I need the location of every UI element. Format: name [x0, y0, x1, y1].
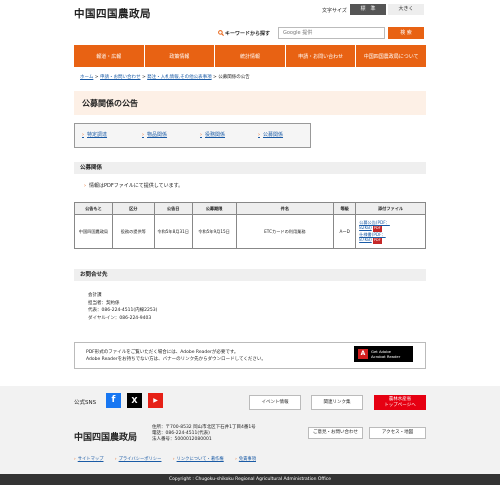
copyright: Copyright : Chugoku-shikoku Regional Agr…: [0, 474, 500, 485]
pdf-icon: PDF: [372, 238, 382, 244]
acrobat-icon: A: [358, 349, 368, 359]
table-cell: 令和5年9月15日: [191, 214, 237, 249]
site-logo[interactable]: 中国四国農政局: [74, 6, 151, 21]
address-line: 法人番号：5000012080001: [152, 437, 212, 442]
anchor-link-buppin[interactable]: › 物品関係: [142, 131, 167, 138]
arrow-icon: ›: [82, 132, 84, 138]
fontsize-label: 文字サイズ: [322, 8, 347, 14]
table-header: 添付ファイル: [355, 202, 426, 215]
fontsize-large-button[interactable]: 大きく: [388, 4, 424, 15]
anchor-link-label: 物品関係: [147, 132, 168, 138]
footer-link-sitemap[interactable]: サイトマップ: [78, 457, 104, 462]
maff-button-line: トップページへ: [384, 403, 416, 408]
table-header: 公募期限: [191, 202, 237, 215]
search-label-text: キーワードから探す: [225, 31, 271, 37]
anchor-link-koubo[interactable]: › 公募関係: [258, 131, 283, 138]
table-header-row: 公告もと 区分 公告日 公募期限 件名 等級 添付ファイル: [74, 202, 426, 215]
table-cell-files: 公募公告(PDF： 82KB) PDF 仕様書(PDF： 87KB) PDF: [355, 214, 426, 249]
section-heading-contact: お問合せ先: [74, 269, 426, 281]
page-title: 公募関係の公告: [82, 99, 138, 108]
maff-top-button[interactable]: 農林水産省 トップページへ: [374, 395, 426, 410]
adobe-reader-text: PDF形式のファイルをご覧いただく場合には、Adobe Readerが必要です。…: [86, 349, 266, 363]
x-icon[interactable]: X: [127, 393, 142, 408]
footer-links: › サイトマップ › プライバシーポリシー › リンクについて・著作権 › 免責事項: [74, 456, 266, 462]
arrow-icon: ›: [84, 183, 86, 189]
anchor-link-label: 特定調達: [87, 132, 108, 138]
feedback-button[interactable]: ご意見・お問い合わせ: [308, 427, 363, 439]
anchor-link-ekimu[interactable]: › 役務関係: [200, 131, 225, 138]
breadcrumb-home[interactable]: ホーム: [80, 75, 93, 80]
pdf-link-shiyousho-size[interactable]: 87KB): [359, 237, 372, 242]
arrow-icon: ›: [74, 457, 76, 462]
arrow-icon: ›: [172, 457, 175, 462]
table-header: 公告日: [153, 202, 193, 215]
koubo-table: 公告もと 区分 公告日 公募期限 件名 等級 添付ファイル 中国四国農政局 役務…: [74, 202, 426, 249]
footer-link-disclaimer[interactable]: 免責事項: [239, 457, 256, 462]
table-cell: 令和5年8月31日: [153, 214, 193, 249]
footer-link-privacy[interactable]: プライバシーポリシー: [119, 457, 162, 462]
pdf-link-shiyousho[interactable]: 仕様書(PDF：: [359, 232, 386, 237]
arrow-icon: ›: [235, 457, 237, 462]
pdf-notice-text: 情報はPDFファイルにて提供しています。: [89, 183, 184, 189]
breadcrumb-level2[interactable]: 発注・入札情報,その他公表事項: [147, 75, 211, 80]
nav-item-statistics[interactable]: 統計情報: [215, 45, 285, 67]
facebook-icon[interactable]: f: [106, 393, 121, 408]
adobe-badge-line: Acrobat Reader: [371, 354, 401, 359]
table-header: 件名: [235, 202, 335, 215]
search-label: キーワードから探す: [218, 30, 270, 37]
nav-item-policy[interactable]: 政策情報: [144, 45, 215, 67]
related-links-button[interactable]: 関連リンク集: [311, 395, 363, 410]
anchor-link-label: 役務関係: [205, 132, 226, 138]
access-map-button[interactable]: アクセス・地図: [369, 427, 426, 439]
nav-item-about[interactable]: 中国四国農政局について: [356, 45, 426, 67]
youtube-icon[interactable]: ▶: [148, 393, 163, 408]
anchor-link-tokutei[interactable]: › 特定調達: [82, 131, 107, 138]
footer-address: 住所：〒700-8532 岡山市北区下石井1丁目4番1号 電話：086-224-…: [152, 425, 256, 443]
footer-link-copyright[interactable]: リンクについて・著作権: [177, 457, 224, 462]
search-input-text: Google 提供: [283, 30, 313, 36]
table-row: 中国四国農政局 役務の提供等 令和5年8月31日 令和5年9月15日 ETCカー…: [74, 214, 426, 249]
adobe-line: Adobe Readerをお持ちでない方は、バナーのリンク先からダウンロードして…: [86, 357, 266, 362]
arrow-icon: ›: [114, 457, 117, 462]
arrow-icon: ›: [258, 132, 260, 138]
search-button[interactable]: 検 索: [388, 27, 424, 39]
global-nav: 報道・広報 政策情報 統計情報 申請・お問い合わせ 中国四国農政局について: [74, 45, 426, 67]
contact-line: 会計課: [88, 293, 102, 298]
pdf-link-koukoku[interactable]: 公募公告(PDF：: [359, 220, 390, 225]
arrow-icon: ›: [142, 132, 144, 138]
table-header: 区分: [111, 202, 155, 215]
nav-item-press[interactable]: 報道・広報: [74, 45, 144, 67]
fontsize-standard-button[interactable]: 標 準: [350, 4, 386, 15]
table-cell: 中国四国農政局: [74, 214, 113, 249]
sns-label: 公式SNS: [74, 400, 97, 406]
breadcrumb-current: 公募関係の公告: [218, 75, 250, 80]
pdf-link-koukoku-size[interactable]: 82KB): [359, 225, 372, 230]
contact-line: 代表：086-224-4511(内線2253): [88, 308, 158, 313]
breadcrumb: ホーム > 申請・お問い合わせ > 発注・入札情報,その他公表事項 > 公募関係…: [80, 74, 250, 80]
table-cell: 役務の提供等: [111, 214, 155, 249]
breadcrumb-level1[interactable]: 申請・お問い合わせ: [100, 75, 141, 80]
table-header: 等級: [333, 202, 357, 215]
table-cell: A～D: [333, 214, 357, 249]
arrow-icon: ›: [200, 132, 202, 138]
nav-item-application[interactable]: 申請・お問い合わせ: [285, 45, 356, 67]
contact-line: 担当者：契約係: [88, 300, 120, 306]
search-icon: [218, 30, 224, 36]
search-input[interactable]: Google 提供: [278, 27, 385, 39]
section-heading-koubo: 公募関係: [74, 162, 426, 174]
event-info-button[interactable]: イベント情報: [249, 395, 301, 410]
contact-info: 会計課 担当者：契約係 代表：086-224-4511(内線2253) ダイヤル…: [88, 292, 157, 322]
table-cell: ETCカードの利用業務: [235, 214, 335, 249]
anchor-link-label: 公募関係: [263, 132, 284, 138]
table-header: 公告もと: [74, 202, 113, 215]
adobe-line: PDF形式のファイルをご覧いただく場合には、Adobe Readerが必要です。: [86, 350, 239, 355]
pdf-notice: › 情報はPDFファイルにて提供しています。: [84, 182, 183, 189]
contact-line: ダイヤルイン：086-224-9403: [88, 315, 152, 321]
footer-logo[interactable]: 中国四国農政局: [74, 430, 137, 443]
